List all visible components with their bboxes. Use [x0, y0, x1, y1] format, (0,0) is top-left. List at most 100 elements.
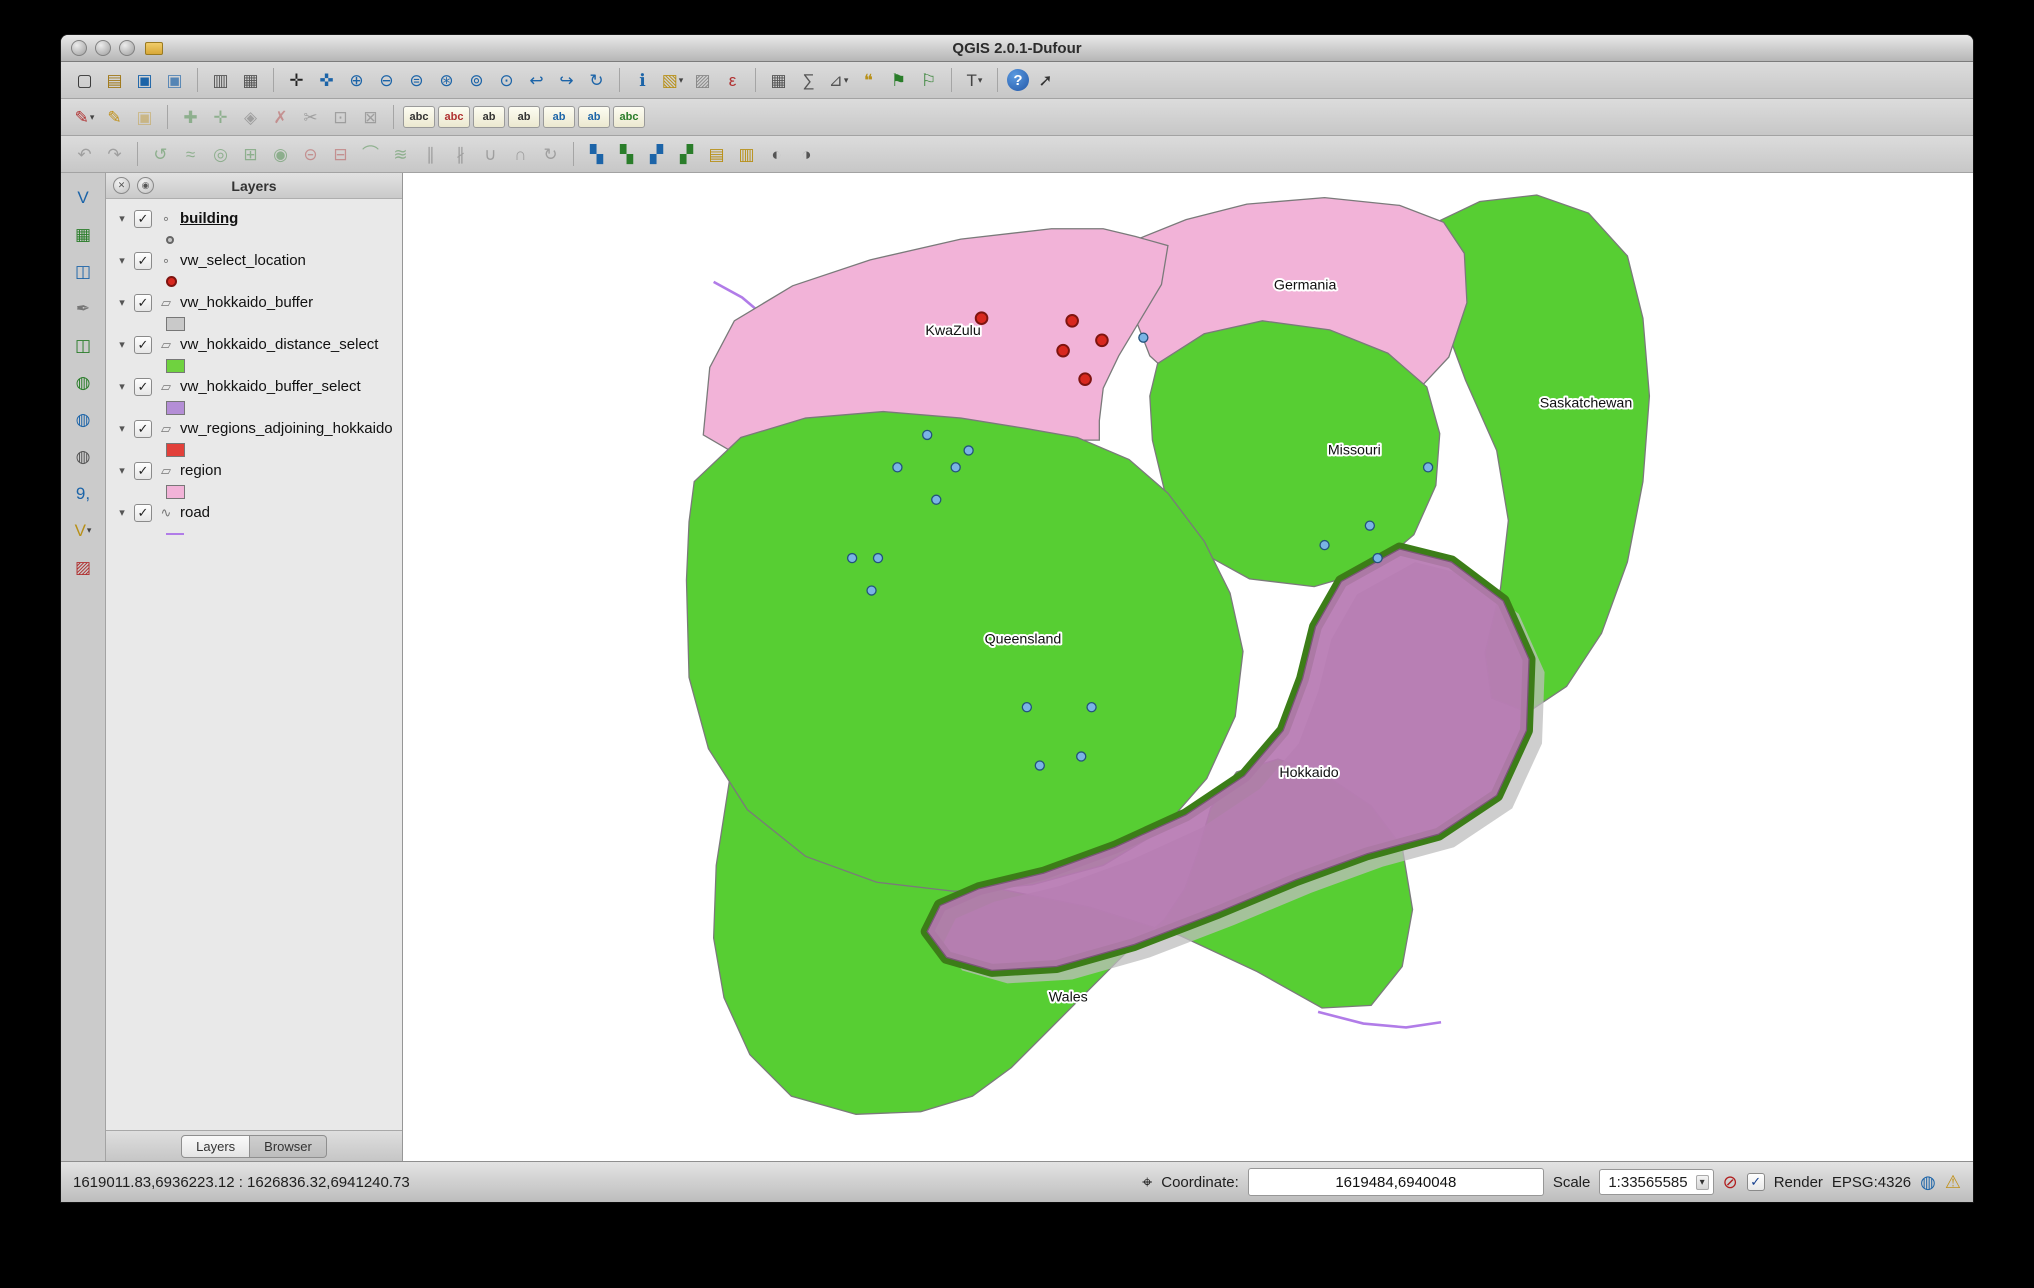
minimize-button[interactable]	[95, 40, 111, 56]
building-point-14[interactable]	[1319, 539, 1330, 551]
toggle-editing-icon[interactable]: ✎	[101, 104, 128, 131]
layer-item-building[interactable]: ▾ ✓ ∘ building	[106, 207, 402, 230]
full-cumulative-stretch-icon[interactable]: ▞	[673, 141, 700, 168]
building-point-9[interactable]	[1021, 702, 1033, 713]
pan-to-selection-icon[interactable]: ✜	[313, 67, 340, 94]
current-edits-icon[interactable]: ✎ ▾	[71, 104, 98, 131]
pan-map-icon[interactable]: ✛	[283, 67, 310, 94]
vw_regions_adjoining_hokkaido-swatch[interactable]	[166, 442, 185, 457]
layer-expand-arrow-icon[interactable]: ▾	[116, 212, 128, 225]
add-delimited-text-layer-icon[interactable]: 9,	[68, 479, 98, 507]
panel-close-icon[interactable]: ✕	[113, 177, 130, 194]
add-spatialite-layer-icon[interactable]: ✒	[68, 294, 98, 322]
open-project-icon[interactable]: ▤	[101, 67, 128, 94]
save-project-icon[interactable]: ▣	[131, 67, 158, 94]
label-rotate-icon[interactable]: ab	[578, 106, 610, 128]
zoom-full-icon[interactable]: ⊛	[433, 67, 460, 94]
merge-attributes-icon[interactable]: ∩	[507, 141, 534, 168]
selected-location-point-2[interactable]	[1065, 314, 1079, 328]
building-point-16[interactable]	[1372, 552, 1383, 564]
selected-location-point-3[interactable]	[1056, 343, 1070, 358]
layer-checkbox-vw_hokkaido_distance_select[interactable]: ✓	[134, 335, 152, 354]
redo-icon[interactable]: ↷	[101, 141, 128, 168]
tab-browser[interactable]: Browser	[250, 1134, 327, 1158]
region-queensland[interactable]	[685, 410, 1244, 892]
select-by-expression-icon[interactable]: ε	[719, 67, 746, 94]
increase-contrast-icon[interactable]: ◐	[763, 141, 790, 168]
reshape-features-icon[interactable]: ⌒	[357, 141, 384, 168]
layer-checkbox-vw_regions_adjoining_hokkaido[interactable]: ✓	[134, 419, 152, 438]
label-pin-icon[interactable]: ab	[473, 106, 505, 128]
add-postgis-layer-icon[interactable]: ◫	[68, 257, 98, 285]
map-view[interactable]: Saskatchewan Germania Missouri KwaZulu Wales…	[403, 173, 1973, 1161]
zoom-next-icon[interactable]: ↪	[553, 67, 580, 94]
zoom-button[interactable]	[119, 40, 135, 56]
building-point-15[interactable]	[1364, 520, 1376, 531]
remove-layer-group-icon[interactable]: ▨	[68, 553, 98, 581]
layer-item-region[interactable]: ▾ ✓ ▱ region	[106, 459, 402, 482]
add-part-icon[interactable]: ⊞	[237, 141, 264, 168]
zoom-last-icon[interactable]: ↩	[523, 67, 550, 94]
coordinate-input[interactable]	[1247, 1168, 1544, 1196]
layer-expand-arrow-icon[interactable]: ▾	[116, 422, 128, 435]
select-features-icon[interactable]: ▧ ▾	[659, 67, 686, 94]
add-vector-layer-icon[interactable]: V	[68, 183, 98, 211]
building-point-5[interactable]	[931, 494, 942, 505]
layer-item-vw_hokkaido_distance_select[interactable]: ▾ ✓ ▱ vw_hokkaido_distance_select	[106, 333, 402, 356]
copy-features-icon[interactable]: ⊡	[327, 104, 354, 131]
cut-features-icon[interactable]: ✂	[297, 104, 324, 131]
crs-status-icon[interactable]: ◍	[1920, 1173, 1936, 1191]
composer-manager-icon[interactable]: ▦	[237, 67, 264, 94]
map-canvas[interactable]: Saskatchewan Germania Missouri KwaZulu Wales…	[403, 173, 1973, 1161]
add-feature-icon[interactable]: ✚	[177, 104, 204, 131]
deselect-features-icon[interactable]: ▨	[689, 67, 716, 94]
fill-ring-icon[interactable]: ◉	[267, 141, 294, 168]
zoom-out-icon[interactable]: ⊖	[373, 67, 400, 94]
layer-expand-arrow-icon[interactable]: ▾	[116, 254, 128, 267]
layer-item-vw_regions_adjoining_hokkaido[interactable]: ▾ ✓ ▱ vw_regions_adjoining_hokkaido	[106, 417, 402, 440]
layer-expand-arrow-icon[interactable]: ▾	[116, 464, 128, 477]
text-annotation-icon[interactable]: T ▾	[961, 67, 988, 94]
decrease-brightness-icon[interactable]: ▥	[733, 141, 760, 168]
increase-brightness-icon[interactable]: ▤	[703, 141, 730, 168]
local-cumulative-stretch-icon[interactable]: ▞	[643, 141, 670, 168]
vw_select_location-swatch[interactable]	[166, 276, 177, 287]
layer-expand-arrow-icon[interactable]: ▾	[116, 506, 128, 519]
stop-rendering-icon[interactable]: ⊘	[1723, 1173, 1738, 1191]
region-swatch[interactable]	[166, 484, 185, 499]
building-point-2[interactable]	[963, 445, 974, 456]
full-histogram-stretch-icon[interactable]: ▚	[613, 141, 640, 168]
simplify-feature-icon[interactable]: ≈	[177, 141, 204, 168]
add-mssql-layer-icon[interactable]: ◫	[68, 331, 98, 359]
building-swatch[interactable]	[166, 235, 174, 244]
layer-item-vw_hokkaido_buffer_select[interactable]: ▾ ✓ ▱ vw_hokkaido_buffer_select	[106, 375, 402, 398]
vw_hokkaido_distance_select-swatch[interactable]	[166, 358, 185, 373]
delete-part-icon[interactable]: ⊟	[327, 141, 354, 168]
label-move-icon[interactable]: ab	[543, 106, 575, 128]
paste-features-icon[interactable]: ⊠	[357, 104, 384, 131]
tab-layers[interactable]: Layers	[181, 1134, 251, 1158]
help-contents-icon[interactable]: ?	[1007, 69, 1029, 91]
layer-item-road[interactable]: ▾ ✓ ∿ road	[106, 501, 402, 524]
label-properties-icon[interactable]: abc	[613, 106, 645, 128]
open-attribute-table-icon[interactable]: ▦	[765, 67, 792, 94]
new-shapefile-layer-icon[interactable]: V ▾	[68, 516, 98, 544]
layer-item-vw_hokkaido_buffer[interactable]: ▾ ✓ ▱ vw_hokkaido_buffer	[106, 291, 402, 314]
new-project-icon[interactable]: ▢	[71, 67, 98, 94]
road-swatch[interactable]	[166, 532, 184, 535]
selected-location-point-5[interactable]	[1078, 372, 1092, 386]
offset-curve-icon[interactable]: ≋	[387, 141, 414, 168]
add-ring-icon[interactable]: ◎	[207, 141, 234, 168]
add-wms-layer-icon[interactable]: ◍	[68, 368, 98, 396]
building-point-4[interactable]	[892, 462, 903, 473]
scale-combo[interactable]: 1:33565585 ▾	[1599, 1169, 1714, 1195]
scale-combo-arrow-icon[interactable]: ▾	[1695, 1174, 1709, 1190]
building-point-13[interactable]	[1138, 332, 1149, 343]
add-wcs-layer-icon[interactable]: ◍	[68, 405, 98, 433]
zoom-native-icon[interactable]: ⊜	[403, 67, 430, 94]
split-features-icon[interactable]: ∥	[417, 141, 444, 168]
building-point-7[interactable]	[872, 552, 884, 564]
merge-features-icon[interactable]: ∪	[477, 141, 504, 168]
log-messages-icon[interactable]: ⚠	[1945, 1173, 1961, 1191]
layer-checkbox-road[interactable]: ✓	[134, 503, 152, 522]
